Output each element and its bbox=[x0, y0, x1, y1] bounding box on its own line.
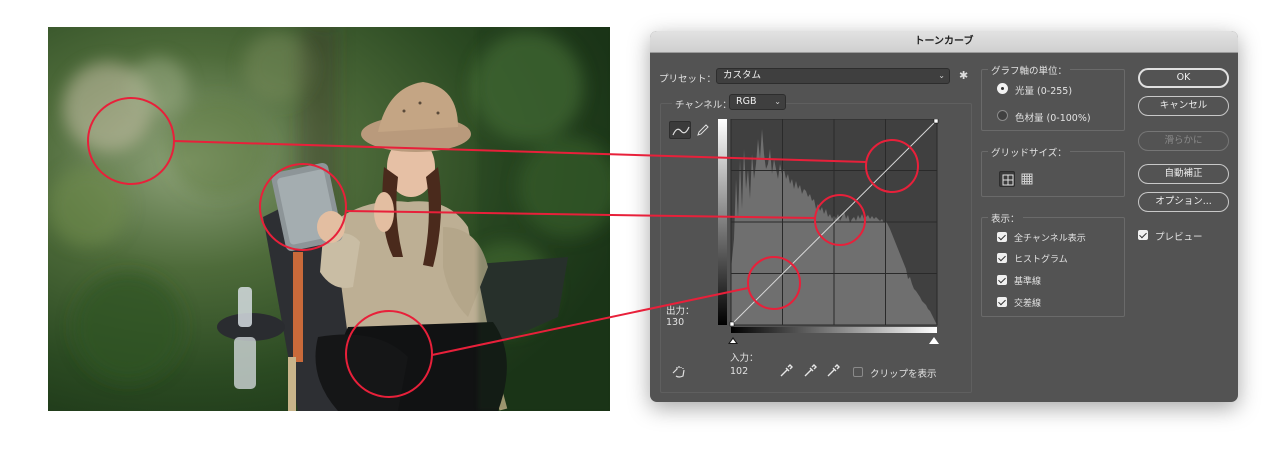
gray-point-eyedropper-icon[interactable] bbox=[803, 364, 817, 378]
show-histogram-label: ヒストグラム bbox=[1014, 255, 1068, 265]
output-gradient-bar bbox=[718, 119, 727, 325]
curve-endpoint-black bbox=[729, 321, 735, 327]
smooth-button[interactable]: 滑らかに bbox=[1138, 131, 1229, 151]
show-all-channels-checkbox[interactable] bbox=[997, 232, 1007, 242]
show-baseline-checkbox[interactable] bbox=[997, 275, 1007, 285]
graph-unit-title: グラフ軸の単位： bbox=[988, 63, 1071, 77]
options-button[interactable]: オプション... bbox=[1138, 192, 1229, 212]
input-value[interactable]: 102 bbox=[730, 366, 748, 377]
black-point-slider-inner bbox=[730, 339, 736, 343]
cancel-button[interactable]: キャンセル bbox=[1138, 96, 1229, 116]
show-intersection-checkbox[interactable] bbox=[997, 297, 1007, 307]
black-point-eyedropper-icon[interactable] bbox=[779, 364, 793, 378]
grid-simple-icon[interactable] bbox=[999, 171, 1015, 187]
chevron-down-icon: ⌄ bbox=[938, 71, 945, 80]
curve-endpoint-white bbox=[933, 118, 939, 124]
show-clipping-label: クリップを表示 bbox=[870, 369, 937, 380]
output-value[interactable]: 130 bbox=[666, 317, 684, 328]
channel-label: チャンネル： bbox=[672, 97, 735, 111]
curve-graph[interactable] bbox=[718, 118, 940, 333]
show-intersection-label: 交差線 bbox=[1014, 299, 1042, 309]
input-gradient-bar bbox=[731, 327, 937, 333]
grid-detailed-icon[interactable] bbox=[1019, 171, 1035, 187]
preview-checkbox[interactable] bbox=[1138, 230, 1148, 240]
chevron-down-icon: ⌄ bbox=[774, 97, 781, 106]
preset-value: カスタム bbox=[723, 70, 762, 81]
on-image-adjust-icon[interactable] bbox=[671, 365, 687, 379]
channel-dropdown[interactable]: RGB ⌄ bbox=[729, 94, 786, 110]
auto-button[interactable]: 自動補正 bbox=[1138, 164, 1229, 184]
show-baseline-label: 基準線 bbox=[1014, 277, 1042, 287]
unit-light-radio[interactable] bbox=[997, 83, 1008, 94]
white-point-slider[interactable] bbox=[929, 337, 939, 344]
input-label: 入力： bbox=[730, 353, 759, 364]
show-clipping-checkbox[interactable] bbox=[853, 367, 863, 377]
curve-point-icon[interactable] bbox=[669, 121, 691, 139]
white-point-eyedropper-icon[interactable] bbox=[826, 364, 840, 378]
grid-size-title: グリッドサイズ： bbox=[988, 145, 1070, 159]
unit-pigment-radio[interactable] bbox=[997, 110, 1008, 121]
dialog-titlebar[interactable]: トーンカーブ bbox=[650, 31, 1238, 53]
stage: トーンカーブ プリセット： カスタム ⌄ ✱ チャンネル： RGB ⌄ 出力： … bbox=[0, 0, 1280, 461]
channel-value: RGB bbox=[736, 96, 757, 107]
curves-dialog: トーンカーブ プリセット： カスタム ⌄ ✱ チャンネル： RGB ⌄ 出力： … bbox=[650, 31, 1238, 402]
preview-label: プレビュー bbox=[1155, 232, 1203, 243]
display-title: 表示： bbox=[988, 211, 1023, 225]
unit-light-label: 光量 (0-255) bbox=[1015, 86, 1073, 97]
camping-photo bbox=[48, 27, 610, 411]
ok-button[interactable]: OK bbox=[1138, 68, 1229, 88]
preset-dropdown[interactable]: カスタム ⌄ bbox=[716, 68, 950, 84]
output-label: 出力： bbox=[666, 306, 695, 317]
show-histogram-checkbox[interactable] bbox=[997, 253, 1007, 263]
show-all-channels-label: 全チャンネル表示 bbox=[1014, 234, 1086, 244]
pencil-icon[interactable] bbox=[694, 121, 712, 139]
unit-pigment-label: 色材量 (0-100%) bbox=[1015, 113, 1091, 124]
dialog-title: トーンカーブ bbox=[914, 36, 974, 47]
preset-label: プリセット： bbox=[659, 74, 717, 85]
gear-icon[interactable]: ✱ bbox=[959, 69, 975, 83]
